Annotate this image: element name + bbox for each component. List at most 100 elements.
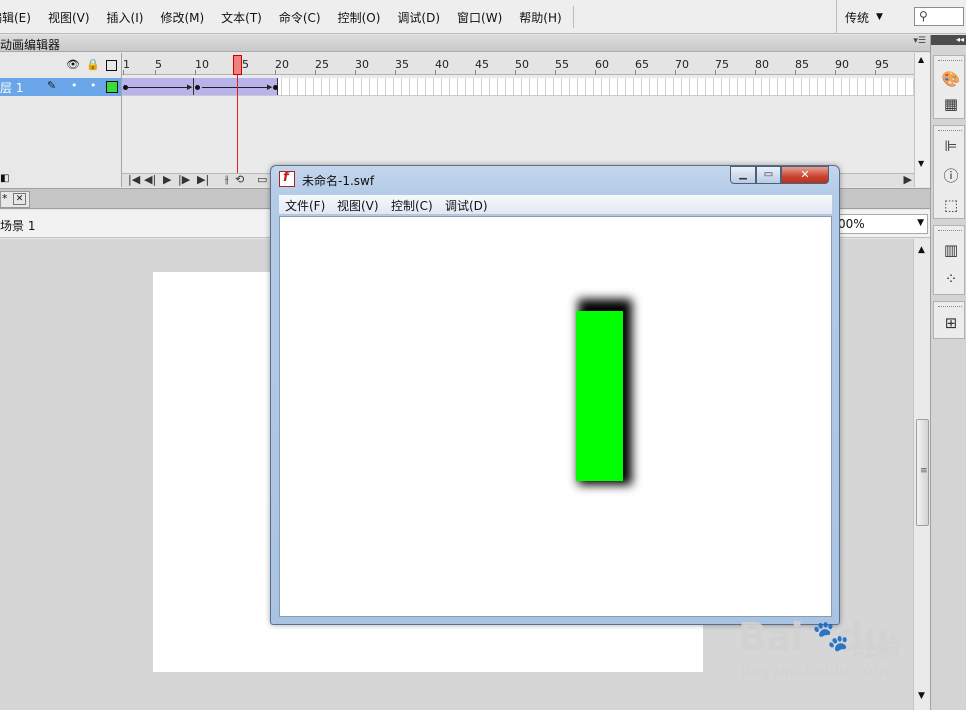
loop-icon[interactable]: ⟲ (235, 173, 244, 186)
align-icon[interactable]: ⊫ (941, 136, 961, 156)
menu-control[interactable]: 控制(O) (338, 9, 381, 26)
chevron-down-icon: ▼ (876, 12, 883, 22)
step-back-icon[interactable]: ◀| (144, 173, 156, 186)
ruler-label: 40 (435, 58, 449, 71)
ruler-tick (435, 70, 436, 75)
ruler-tick (715, 70, 716, 75)
ruler-label: 1 (123, 58, 130, 71)
tween-arrow (202, 87, 270, 88)
flash-player-icon (279, 170, 295, 187)
step-forward-icon[interactable]: |▶ (178, 173, 190, 186)
menu-window[interactable]: 窗口(W) (457, 9, 502, 26)
swf-menu-file[interactable]: 文件(F) (285, 197, 325, 214)
go-last-frame-icon[interactable]: ▶| (197, 173, 209, 186)
layer-list: 👁 🔒 层 1 ✎ • • ◧ (0, 53, 122, 187)
paw-icon: 🐾 (812, 619, 850, 654)
timeline-vertical-scrollbar[interactable]: ▲ ▼ (914, 53, 930, 187)
close-icon[interactable]: ✕ (13, 193, 26, 205)
baidu-jingyan-watermark: Bai du 🐾 经验 jingyan.baidu.com (738, 615, 918, 687)
lock-icon[interactable]: 🔒 (86, 58, 100, 71)
lock-dot[interactable]: • (90, 79, 97, 92)
ruler-tick (675, 70, 676, 75)
go-first-frame-icon[interactable]: |◀ (128, 173, 140, 186)
library-icon[interactable]: ▥ (941, 240, 961, 260)
transform-icon[interactable]: ⬚ (941, 195, 961, 215)
menu-insert[interactable]: 插入(I) (107, 9, 144, 26)
minimize-button[interactable]: ▁ (730, 166, 756, 184)
expand-panels-icon[interactable]: ◂◂ (931, 35, 966, 45)
workspace-switcher[interactable]: 传统 ▼ (845, 6, 883, 28)
ruler-label: 30 (355, 58, 369, 71)
swf-titlebar[interactable]: 未命名-1.swf ▁ ▭ ✕ (271, 166, 839, 190)
keyframe-marker[interactable] (273, 85, 278, 90)
swf-menu-debug[interactable]: 调试(D) (445, 197, 488, 214)
panel-group-color: 🎨 ▦ (933, 55, 965, 119)
swf-content-area (279, 216, 832, 617)
timeline-panel-header: 动画编辑器 ▾☰ (0, 35, 930, 52)
panel-grip[interactable] (938, 230, 962, 232)
scroll-up-icon[interactable]: ▲ (918, 55, 924, 64)
keyframe-marker[interactable] (195, 85, 200, 90)
new-layer-icon[interactable]: ◧ (0, 173, 9, 184)
menu-view[interactable]: 视图(V) (48, 9, 90, 26)
layer-outline-color[interactable] (106, 81, 118, 93)
document-tab[interactable]: * ✕ (0, 191, 30, 208)
layer-row[interactable]: 层 1 ✎ • • (0, 78, 121, 96)
menu-edit[interactable]: 编辑(E) (0, 9, 31, 26)
menu-debug[interactable]: 调试(D) (397, 9, 440, 26)
help-search-input[interactable]: ⚲ (914, 7, 964, 26)
ruler-label: 90 (835, 58, 849, 71)
ruler-tick (555, 70, 556, 75)
zoom-select[interactable]: 00% ▼ (836, 214, 928, 234)
color-palette-icon[interactable]: 🎨 (941, 69, 961, 89)
onion-skin-icon[interactable]: ▭ (257, 173, 267, 186)
panel-grip[interactable] (938, 130, 962, 132)
menu-modify[interactable]: 修改(M) (160, 9, 204, 26)
play-icon[interactable]: ▶ (163, 173, 171, 186)
ruler-tick (835, 70, 836, 75)
ruler-label: 35 (395, 58, 409, 71)
panel-grip[interactable] (938, 60, 962, 62)
motion-tween-span[interactable]: ▶ ▶ (122, 78, 278, 95)
center-frame-icon[interactable]: ⫲ (225, 173, 229, 187)
menu-text[interactable]: 文本(T) (221, 9, 262, 26)
chevron-down-icon: ▼ (917, 218, 924, 228)
frames-row[interactable]: ▶ ▶ (122, 78, 914, 96)
scroll-down-icon[interactable]: ▼ (918, 691, 925, 701)
playhead[interactable] (233, 55, 242, 75)
ruler-label: 75 (715, 58, 729, 71)
swf-menu-control[interactable]: 控制(C) (391, 197, 433, 214)
menu-help[interactable]: 帮助(H) (519, 9, 561, 26)
swf-menu-view[interactable]: 视图(V) (337, 197, 379, 214)
ruler-tick (795, 70, 796, 75)
workspace-label: 传统 (845, 10, 870, 25)
scroll-right-icon[interactable]: ▶ (904, 173, 912, 186)
ruler-tick (155, 70, 156, 75)
ruler-tick (755, 70, 756, 75)
swatches-icon[interactable]: ▦ (941, 94, 961, 114)
maximize-button[interactable]: ▭ (756, 166, 781, 184)
watermark-brand-bai: Bai (738, 615, 804, 659)
panel-grip[interactable] (938, 306, 962, 308)
main-menubar: 编辑(E) 视图(V) 插入(I) 修改(M) 文本(T) 命令(C) 控制(O… (0, 0, 966, 34)
close-button[interactable]: ✕ (781, 166, 829, 184)
project-icon[interactable]: ⊞ (941, 313, 961, 333)
ruler-tick (123, 70, 124, 75)
scene-breadcrumb[interactable]: 场景 1 (0, 217, 35, 234)
eye-icon[interactable]: 👁 (66, 58, 80, 71)
motion-editor-tab[interactable]: 动画编辑器 (0, 36, 60, 53)
outline-icon[interactable] (106, 60, 117, 71)
scroll-down-icon[interactable]: ▼ (918, 159, 924, 168)
ruler-label: 50 (515, 58, 529, 71)
menu-commands[interactable]: 命令(C) (279, 9, 321, 26)
zoom-value: 00% (838, 217, 865, 231)
scrollbar-thumb[interactable]: ≡ (916, 419, 929, 526)
tween-arrow (128, 87, 190, 88)
visibility-dot[interactable]: • (71, 79, 78, 92)
info-icon[interactable]: ⓘ (941, 166, 961, 186)
ruler-tick (475, 70, 476, 75)
panel-menu-icon[interactable]: ▾☰ (913, 36, 926, 46)
scroll-up-icon[interactable]: ▲ (918, 245, 925, 255)
search-icon: ⚲ (919, 9, 928, 23)
motion-presets-icon[interactable]: ⁘ (941, 269, 961, 289)
